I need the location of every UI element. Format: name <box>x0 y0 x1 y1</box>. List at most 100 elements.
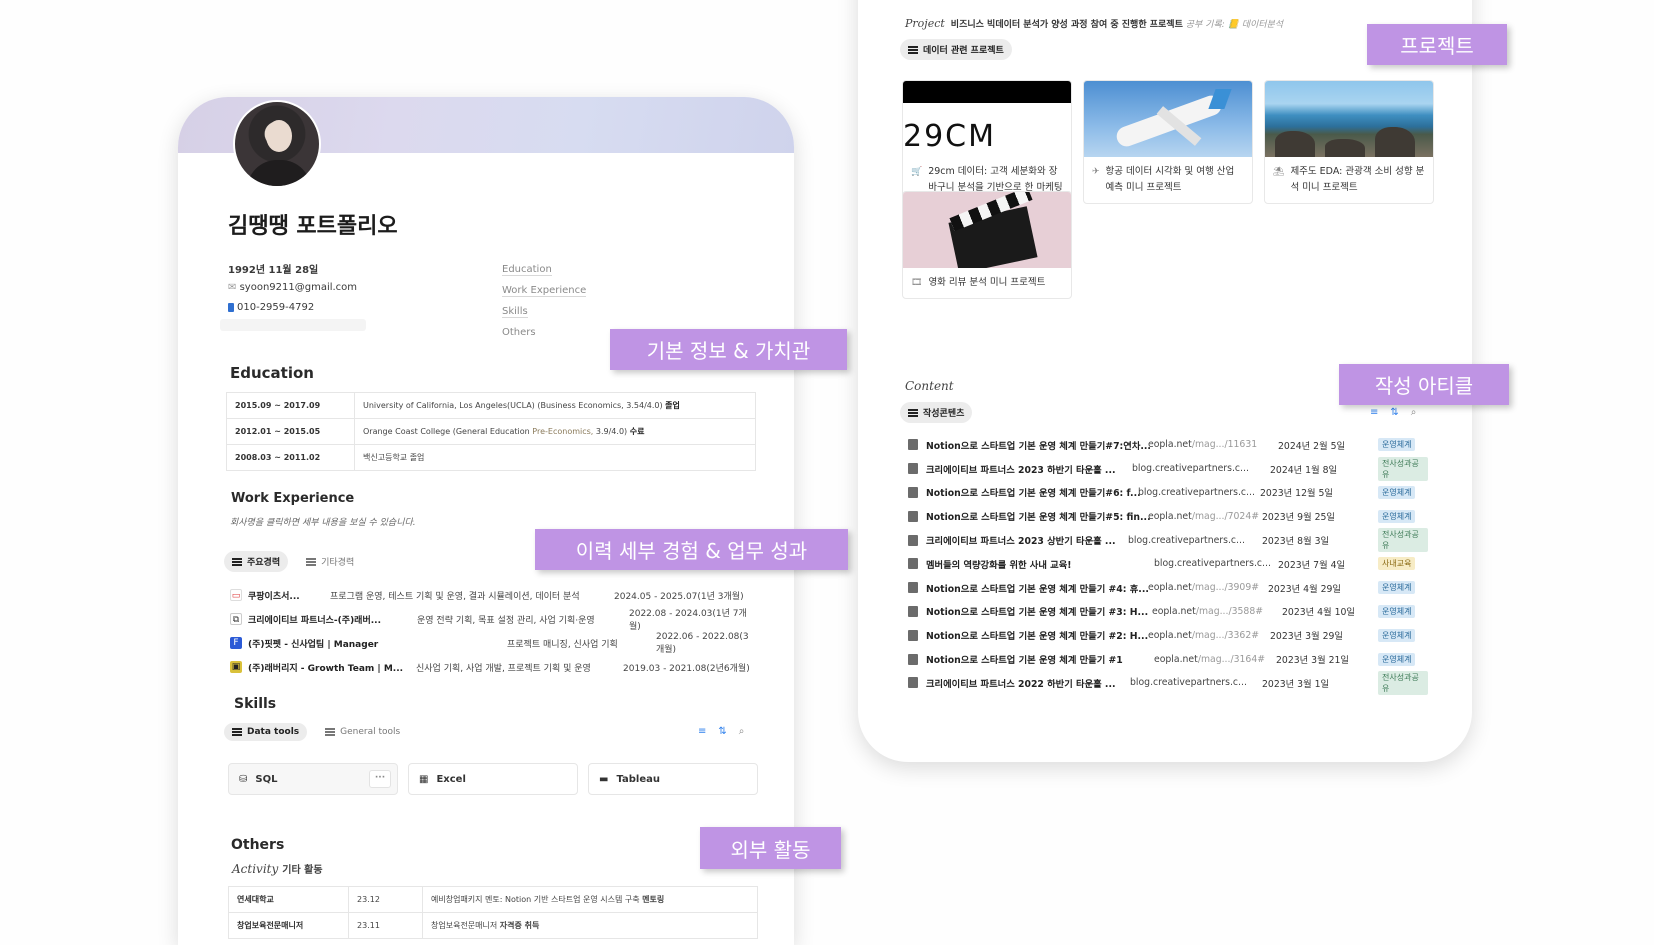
article-source: eopla.net/mag.../3909# <box>1148 582 1260 594</box>
document-icon <box>908 463 918 475</box>
skill-card-sql[interactable]: ⛁ SQL ··· <box>228 763 398 795</box>
article-source: eopla.net/mag.../3588# <box>1152 605 1264 617</box>
list-item[interactable]: ⧉ 크리에이티브 파트너스-(주)래버... 운영 전략 기획, 목표 설정 관… <box>230 607 755 632</box>
toc-link-work[interactable]: Work Experience <box>502 285 587 297</box>
article-tag: 운영체계 <box>1378 581 1416 595</box>
phone-icon <box>228 302 234 312</box>
slide: 김땡땡 포트폴리오 1992년 11월 28일 ✉ syoon9211@gmai… <box>0 0 1654 945</box>
article-list: Notion으로 스타트업 기본 운영 체계 만들기#7:연차... eopla.… <box>908 433 1428 695</box>
tab-written-content[interactable]: 작성콘텐츠 <box>900 402 973 423</box>
activity-table: 연세대학교 23.12 예비창업패키지 멘토: Notion 기반 스타트업 운… <box>228 886 758 939</box>
list-item[interactable]: Notion으로 스타트업 기본 운영 체계 만들기 #1 eopla.net/m… <box>908 647 1428 671</box>
page-title: 김땡땡 포트폴리오 <box>228 214 398 239</box>
article-source: blog.creativepartners.c... <box>1154 558 1271 570</box>
gallery-card[interactable]: ✈ 항공 데이터 시각화 및 여행 산업 예측 미니 프로젝트 <box>1083 80 1253 204</box>
list-icon <box>232 728 242 736</box>
article-tag: 운영체계 <box>1378 485 1416 499</box>
search-icon[interactable]: ⌕ <box>739 726 745 737</box>
airplane-icon: ✈ <box>1092 167 1100 177</box>
toc-link-others[interactable]: Others <box>502 327 536 336</box>
list-item[interactable]: 크리에이티브 파트너스 2022 하반기 타운홀 ... blog.creativ… <box>908 670 1428 695</box>
search-icon[interactable]: ⌕ <box>1411 407 1417 418</box>
sort-icon[interactable]: ⇅ <box>1390 407 1398 418</box>
callout-articles: 작성 아티클 <box>1339 364 1509 405</box>
more-options-button[interactable]: ··· <box>369 770 391 788</box>
list-icon <box>908 408 918 417</box>
leverage-icon: ▣ <box>230 661 242 673</box>
list-item[interactable]: Notion으로 스타트업 기본 운영 체계 만들기#5: fin... eopl… <box>908 504 1428 528</box>
list-item[interactable]: Notion으로 스타트업 기본 운영 체계 만들기 #4: 휴... eopla… <box>908 576 1428 600</box>
list-item[interactable]: 크리에이티브 파트너스 2023 상반기 타운홀 ... blog.creativ… <box>908 528 1428 553</box>
article-tag: 운영체계 <box>1378 438 1416 452</box>
article-title: 크리에이티브 파트너스 2023 하반기 타운홀 ... <box>926 464 1116 476</box>
document-icon <box>908 486 918 498</box>
callout-project: 프로젝트 <box>1367 24 1507 65</box>
table-row: 2012.01 ~ 2015.05 Orange Coast College (… <box>226 418 756 445</box>
list-item[interactable]: F (주)핏펫 - 신사업팀 | Manager 프로젝트 매니징, 신사업 기… <box>230 631 755 655</box>
email-text: syoon9211@gmail.com <box>239 282 358 293</box>
gallery-card[interactable]: 🎞 영화 리뷰 분석 미니 프로젝트 <box>902 191 1072 299</box>
filter-icon[interactable]: ≡ <box>1370 407 1378 418</box>
callout-career: 이력 세부 경험 & 업무 성과 <box>535 529 848 570</box>
monitor-icon: ▬ <box>599 773 609 785</box>
filter-icon[interactable]: ≡ <box>698 726 706 737</box>
document-icon <box>908 582 918 594</box>
view-tools: ≡ ⇅ ⌕ <box>698 726 744 737</box>
edu-date: 2015.09 ~ 2017.09 <box>226 392 355 419</box>
tab-main-career[interactable]: 주요경력 <box>224 551 289 572</box>
document-icon <box>908 510 918 522</box>
list-item[interactable]: Notion으로 스타트업 기본 운영 체계 만들기#6: f... blog.c… <box>908 481 1428 505</box>
list-item[interactable]: Notion으로 스타트업 기본 운영 체계 만들기 #2: H... eopla… <box>908 623 1428 647</box>
phone-text: 010-2959-4792 <box>237 302 315 313</box>
project-tabs: 데이터 관련 프로젝트 <box>900 39 1012 60</box>
callout-external: 외부 활동 <box>700 827 841 869</box>
toc-link-skills[interactable]: Skills <box>502 306 528 318</box>
skill-card-excel[interactable]: ▦ Excel <box>408 763 578 795</box>
article-title: 멤버들의 역량강화를 위한 사내 교육! <box>926 559 1072 571</box>
article-date: 2023년 3월 1일 <box>1262 678 1330 690</box>
database-icon: ⛁ <box>239 773 248 785</box>
list-item[interactable]: Notion으로 스타트업 기본 운영 체계 만들기#7:연차... eopla.… <box>908 433 1428 457</box>
article-tag: 운영체계 <box>1378 628 1416 642</box>
article-source: blog.creativepartners.c... <box>1128 534 1245 546</box>
list-item[interactable]: 멤버들의 역량강화를 위한 사내 교육! blog.creativepartner… <box>908 552 1428 576</box>
list-item[interactable]: ▣ (주)래버리지 - Growth Team | M... 신사업 기획, 사… <box>230 655 755 679</box>
document-icon <box>908 558 918 570</box>
document-icon <box>908 677 918 689</box>
grid-icon: ▦ <box>419 773 429 785</box>
article-source: eopla.net/mag.../3164# <box>1154 653 1266 665</box>
toc-link-education[interactable]: Education <box>502 264 552 276</box>
education-heading: Education <box>230 364 314 382</box>
gallery-card[interactable]: ⛱ 제주도 EDA: 관광객 소비 성향 분석 미니 프로젝트 <box>1264 80 1434 204</box>
birth-date: 1992년 11월 28일 <box>228 265 319 276</box>
article-date: 2023년 8월 3일 <box>1262 536 1330 548</box>
article-date: 2023년 4월 29일 <box>1268 583 1341 595</box>
skill-card-tableau[interactable]: ▬ Tableau <box>588 763 758 795</box>
article-title: Notion으로 스타트업 기본 운영 체계 만들기#5: fin... <box>926 512 1151 524</box>
article-title: Notion으로 스타트업 기본 운영 체계 만들기 #1 <box>926 655 1123 667</box>
article-source: blog.creativepartners.c... <box>1130 677 1247 689</box>
work-subtitle: 회사명을 클릭하면 세부 내용을 보실 수 있습니다. <box>230 518 416 528</box>
sort-icon[interactable]: ⇅ <box>718 726 726 737</box>
email[interactable]: ✉ syoon9211@gmail.com <box>228 282 357 293</box>
list-icon <box>325 728 336 736</box>
document-icon <box>908 629 918 641</box>
edu-date: 2008.03 ~ 2011.02 <box>226 444 355 471</box>
article-source: eopla.net/mag.../11631 <box>1148 439 1258 451</box>
list-item[interactable]: Notion으로 스타트업 기본 운영 체계 만들기 #3: H... eopla… <box>908 600 1428 624</box>
tab-data-projects[interactable]: 데이터 관련 프로젝트 <box>900 39 1012 60</box>
tab-other-career[interactable]: 기타경력 <box>298 551 362 572</box>
tab-data-tools[interactable]: Data tools <box>224 723 308 741</box>
table-row: 창업보육전문매니저 23.11 창업보육전문매니저 자격증 취득 <box>228 912 758 939</box>
mail-icon: ✉ <box>228 282 237 293</box>
tab-general-tools[interactable]: General tools <box>317 723 408 741</box>
document-icon <box>908 605 918 617</box>
document-icon <box>908 534 918 546</box>
article-title: 크리에이티브 파트너스 2023 상반기 타운홀 ... <box>926 536 1116 548</box>
article-date: 2023년 7월 4일 <box>1278 559 1346 571</box>
article-date: 2023년 9월 25일 <box>1262 512 1335 524</box>
article-tag: 전사성과공유 <box>1378 528 1428 553</box>
list-item[interactable]: 크리에이티브 파트너스 2023 하반기 타운홀 ... blog.creativ… <box>908 456 1428 481</box>
list-item[interactable]: ▭ 쿠팡이츠서... 프로그램 운영, 테스트 기획 및 운영, 결과 시뮬레이… <box>230 583 755 607</box>
island-icon: ⛱ <box>1273 167 1285 177</box>
